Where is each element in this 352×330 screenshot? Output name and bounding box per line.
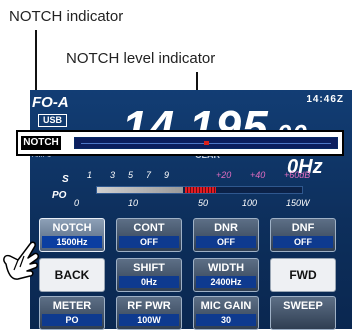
meter-button[interactable]: METER PO (39, 296, 105, 330)
s-scale-5: 5 (128, 170, 134, 180)
s-scale-plus60db: +60dB (284, 170, 311, 180)
mic-gain-button[interactable]: MIC GAIN 30 (193, 296, 259, 330)
shift-button-value: 0Hz (119, 276, 179, 288)
po-scale-150w: 150W (286, 198, 310, 208)
notch-bar: NOTCH (16, 130, 344, 156)
notch-indicator-callout: NOTCH indicator (9, 8, 124, 25)
shift-button-label: SHIFT (133, 262, 165, 274)
dnf-button-value: OFF (273, 236, 333, 248)
s-scale-7: 7 (146, 170, 152, 180)
width-button-value: 2400Hz (196, 276, 256, 288)
po-scale-10: 10 (128, 198, 139, 208)
sweep-button[interactable]: SWEEP (270, 296, 336, 330)
width-button[interactable]: WIDTH 2400Hz (193, 258, 259, 292)
notch-button[interactable]: NOTCH 1500Hz (39, 218, 105, 252)
cont-button[interactable]: CONT OFF (116, 218, 182, 252)
sweep-button-label: SWEEP (283, 300, 323, 312)
s-scale-plus40: +40 (250, 170, 266, 180)
clock: 14:46Z (306, 94, 344, 105)
dnf-button[interactable]: DNF OFF (270, 218, 336, 252)
back-button[interactable]: BACK (39, 258, 105, 292)
back-button-label: BACK (54, 268, 90, 282)
s-meter-label: S (62, 174, 69, 185)
s-scale-3: 3 (110, 170, 116, 180)
meter-peak (185, 187, 216, 193)
vfo-label: FO-A (32, 94, 69, 111)
dnf-button-label: DNF (291, 222, 315, 234)
radio-display: FO-A USB 14:46Z 14.195.00 CLAR 0Hz AMP1 (30, 90, 352, 329)
rf-pwr-button-value: 100W (119, 314, 179, 326)
dnr-button[interactable]: DNR OFF (193, 218, 259, 252)
meter-button-label: METER (52, 300, 92, 312)
notch-indicator: NOTCH (21, 136, 61, 150)
cont-button-value: OFF (119, 236, 179, 248)
mode-badge: USB (38, 114, 68, 127)
meter-bar (96, 186, 303, 194)
fwd-button-label: FWD (289, 268, 317, 282)
po-scale-50: 50 (198, 198, 209, 208)
notch-button-label: NOTCH (52, 222, 92, 234)
po-scale-0: 0 (74, 198, 80, 208)
dnr-button-label: DNR (214, 222, 238, 234)
rf-pwr-button-label: RF PWR (127, 300, 171, 312)
dnr-button-value: OFF (196, 236, 256, 248)
pointing-hand-icon (3, 241, 39, 280)
s-scale-plus20: +20 (216, 170, 232, 180)
mic-gain-button-label: MIC GAIN (200, 300, 252, 312)
notch-level-indicator-callout: NOTCH level indicator (66, 50, 216, 67)
meter-fill (97, 187, 184, 193)
meter-button-value: PO (42, 314, 102, 326)
s-scale-9: 9 (164, 170, 170, 180)
shift-button[interactable]: SHIFT 0Hz (116, 258, 182, 292)
po-scale-100: 100 (242, 198, 258, 208)
rf-pwr-button[interactable]: RF PWR 100W (116, 296, 182, 330)
notch-level-marker (204, 141, 209, 145)
s-scale-1: 1 (87, 170, 93, 180)
notch-button-value: 1500Hz (42, 236, 102, 248)
cont-button-label: CONT (133, 222, 165, 234)
mic-gain-button-value: 30 (196, 314, 256, 326)
po-meter-label: PO (52, 190, 67, 201)
notch-level-indicator (74, 137, 338, 149)
fwd-button[interactable]: FWD (270, 258, 336, 292)
width-button-label: WIDTH (207, 262, 245, 274)
